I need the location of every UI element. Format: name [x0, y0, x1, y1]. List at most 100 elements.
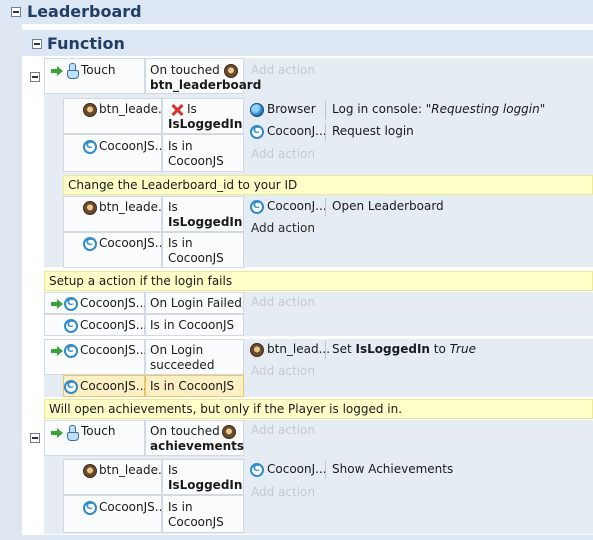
condition-text-cell-selected[interactable]: Is in CocoonJS	[145, 375, 244, 397]
condition-text-cell[interactable]: On Login succeeded	[145, 339, 244, 375]
add-action-link[interactable]: Add action	[251, 485, 315, 499]
object-name: btn_leade...	[99, 102, 170, 116]
column-separator	[325, 198, 326, 216]
action-object: btn_lead...	[267, 342, 331, 356]
object-name: CocoonJS...	[99, 500, 167, 514]
condition-text-cell[interactable]: Is IsLoggedIn	[162, 98, 244, 134]
invert-x-icon	[171, 104, 183, 116]
action-object: CocoonJ...	[267, 124, 327, 138]
group-header-leaderboard[interactable]: Leaderboard	[0, 0, 593, 24]
comment-row[interactable]: Change the Leaderboard_id to your ID	[63, 175, 593, 195]
add-action-link[interactable]: Add action	[251, 295, 315, 309]
object-name: CocoonJS...	[80, 318, 148, 332]
add-action-link[interactable]: Add action	[251, 221, 315, 235]
condition-text: Is	[168, 463, 178, 477]
condition-object-cell[interactable]: btn_leade...	[63, 98, 169, 134]
condition-text: Is in CocoonJS	[150, 379, 235, 393]
comment-row[interactable]: Will open achievements, but only if the …	[44, 399, 593, 419]
condition-param: IsLoggedIn	[168, 478, 243, 492]
action-row[interactable]: CocoonJ... Open Leaderboard	[246, 196, 593, 218]
cocoonjs-icon	[83, 140, 97, 154]
add-action-link[interactable]: Add action	[251, 364, 315, 378]
object-name: CocoonJS...	[80, 343, 148, 357]
collapse-toggle-icon[interactable]	[32, 39, 42, 49]
trigger-arrow-icon	[51, 346, 63, 356]
event-collapse-icon[interactable]	[30, 433, 40, 443]
condition-object-cell[interactable]: CocoonJS...	[44, 339, 148, 375]
condition-text-cell[interactable]: Is in CocoonJS	[162, 134, 244, 172]
action-row[interactable]: btn_lead... Set IsLoggedIn to True	[246, 339, 593, 361]
add-action-link[interactable]: Add action	[251, 423, 315, 437]
cocoonjs-icon	[64, 297, 78, 311]
object-name: btn_leade...	[99, 200, 170, 214]
condition-object-cell[interactable]: CocoonJS...	[63, 232, 166, 268]
condition-object-cell[interactable]: CocoonJS...	[44, 314, 148, 336]
condition-text-cell[interactable]: Is in CocoonJS	[162, 495, 244, 533]
condition-param: btn_leaderboard	[150, 78, 262, 92]
condition-text-cell[interactable]: On touched achievements	[145, 420, 244, 456]
condition-text-cell[interactable]: On touched btn_leaderboard	[145, 58, 261, 94]
condition-text-cell[interactable]: Is in CocoonJS	[145, 314, 244, 336]
object-name: CocoonJS...	[80, 296, 148, 310]
condition-object-cell[interactable]: btn_leade...	[63, 459, 169, 495]
group-title: Leaderboard	[27, 2, 142, 21]
add-action-link[interactable]: Add action	[251, 63, 315, 77]
condition-param: CocoonJS	[168, 251, 224, 265]
object-name: CocoonJS...	[80, 379, 148, 393]
condition-text: Is	[168, 200, 178, 214]
condition-param: CocoonJS	[168, 515, 224, 529]
condition-object-cell[interactable]: CocoonJS...	[63, 134, 166, 172]
condition-text: Is	[187, 102, 197, 116]
sprite-icon	[83, 201, 97, 215]
sprite-icon	[222, 425, 236, 439]
column-separator	[325, 101, 326, 119]
action-text: Log in console: "Requesting loggin"	[332, 102, 546, 116]
add-action-link[interactable]: Add action	[251, 147, 315, 161]
condition-text-cell[interactable]: Is IsLoggedIn	[162, 459, 244, 495]
condition-text: On touched	[150, 424, 220, 438]
touch-icon	[65, 63, 79, 79]
condition-text-cell[interactable]: On Login Failed	[145, 292, 244, 314]
group-bottom-bar	[22, 535, 593, 540]
touch-icon	[65, 425, 79, 441]
condition-object-cell[interactable]: CocoonJS...	[44, 292, 148, 314]
condition-object-cell[interactable]: Touch	[44, 58, 145, 94]
action-text: Show Achievements	[332, 462, 454, 476]
object-name: CocoonJS...	[99, 139, 167, 153]
action-object: CocoonJ...	[267, 462, 327, 476]
action-text: Set IsLoggedIn to True	[332, 342, 476, 356]
action-row[interactable]: CocoonJ... Request login	[246, 121, 593, 143]
object-name: Touch	[81, 63, 116, 77]
condition-text: On touched	[150, 63, 220, 77]
sprite-icon	[83, 103, 97, 117]
cocoonjs-icon	[64, 319, 78, 333]
condition-param: CocoonJS	[168, 154, 224, 168]
condition-text-cell[interactable]: Is in CocoonJS	[162, 232, 244, 268]
trigger-arrow-icon	[51, 299, 63, 309]
globe-icon	[250, 103, 264, 117]
collapse-toggle-icon[interactable]	[11, 7, 21, 17]
comment-row[interactable]: Setup a action if the login fails	[44, 271, 593, 291]
action-row[interactable]: CocoonJ... Show Achievements	[246, 459, 593, 481]
column-separator	[325, 341, 326, 359]
condition-object-cell[interactable]: btn_leade...	[63, 196, 169, 232]
object-name: btn_leade...	[99, 463, 170, 477]
condition-object-cell-selected[interactable]: CocoonJS...	[63, 375, 148, 397]
condition-object-cell[interactable]: CocoonJS...	[63, 495, 166, 533]
trigger-arrow-icon	[51, 428, 63, 438]
action-object: CocoonJ...	[267, 199, 327, 213]
action-object: Browser	[267, 102, 316, 116]
action-row[interactable]: Browser Log in console: "Requesting logg…	[246, 99, 593, 121]
condition-text: On Login	[150, 343, 204, 357]
column-separator	[325, 123, 326, 141]
cocoonjs-icon	[250, 463, 264, 477]
condition-param: achievements	[150, 439, 245, 453]
action-text: Request login	[332, 124, 414, 138]
condition-object-cell[interactable]: Touch	[44, 420, 145, 456]
group-header-function[interactable]: Function	[22, 30, 593, 56]
event-collapse-icon[interactable]	[30, 72, 40, 82]
group-title: Function	[47, 34, 125, 53]
condition-text-cell[interactable]: Is IsLoggedIn	[162, 196, 244, 232]
group-rail	[0, 24, 22, 540]
cocoonjs-icon	[250, 200, 264, 214]
